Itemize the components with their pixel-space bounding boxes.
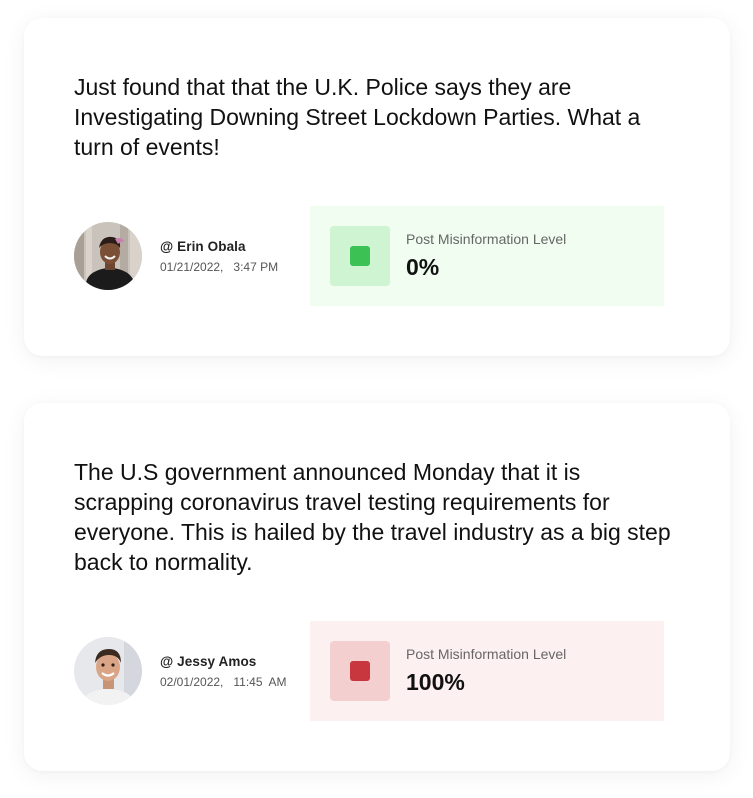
post-card: The U.S government announced Monday that… [24, 403, 730, 771]
misinformation-level-panel: Post Misinformation Level 100% [310, 621, 664, 721]
avatar[interactable] [74, 637, 142, 705]
misinformation-level-value: 100% [406, 669, 465, 695]
author-handle[interactable]: @ Jessy Amos [160, 654, 287, 669]
avatar-photo-icon [74, 222, 142, 290]
avatar[interactable] [74, 222, 142, 290]
level-indicator [330, 226, 390, 286]
author-info: @ Erin Obala 01/21/2022, 3:47 PM [160, 239, 278, 274]
author-info: @ Jessy Amos 02/01/2022, 11:45 AM [160, 654, 287, 689]
post-text: Just found that that the U.K. Police say… [74, 74, 641, 160]
level-indicator [330, 641, 390, 701]
post-timestamp: 01/21/2022, 3:47 PM [160, 260, 279, 274]
misinformation-level-label: Post Misinformation Level [406, 231, 567, 247]
avatar-photo-icon [74, 637, 142, 705]
misinformation-level-value: 0% [406, 254, 440, 280]
post-timestamp: 02/01/2022, 11:45 AM [160, 675, 287, 689]
level-status-icon [350, 246, 370, 266]
author-handle[interactable]: @ Erin Obala [160, 239, 278, 254]
misinformation-level-panel: Post Misinformation Level 0% [310, 206, 664, 306]
level-status-icon [350, 661, 370, 681]
post-text: The U.S government announced Monday that… [74, 459, 671, 575]
post-card: Just found that that the U.K. Police say… [24, 18, 730, 356]
misinformation-level-label: Post Misinformation Level [406, 646, 567, 662]
